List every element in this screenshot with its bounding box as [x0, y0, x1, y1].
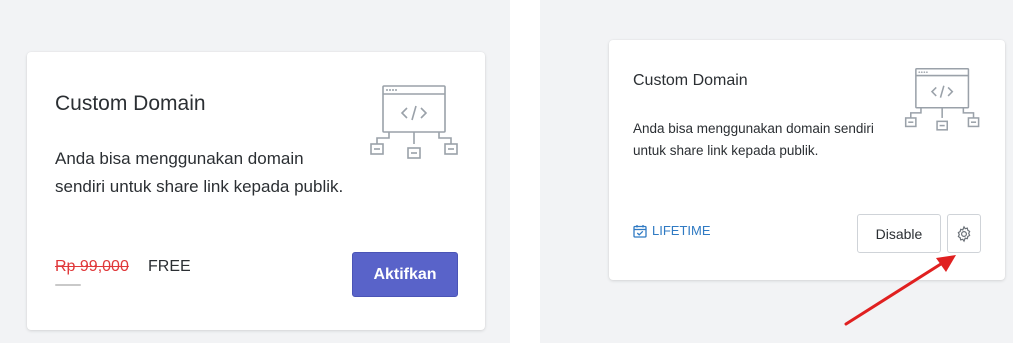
original-price: Rp 99,000 [55, 258, 129, 275]
feature-card-inactive: Custom Domain Anda bisa menggunakan doma… [27, 52, 485, 330]
lifetime-badge: LIFETIME [633, 223, 711, 238]
code-window-network-icon [904, 68, 980, 131]
disable-button[interactable]: Disable [857, 214, 941, 253]
settings-button[interactable] [947, 214, 981, 253]
fine-print-mark [55, 284, 81, 286]
annotation-arrow [844, 255, 956, 326]
card-title: Custom Domain [633, 72, 748, 89]
gear-icon [957, 225, 971, 242]
card-description: Anda bisa menggunakan domain sendiri unt… [55, 149, 344, 196]
left-panel: Custom Domain Anda bisa menggunakan doma… [0, 0, 510, 343]
card-title: Custom Domain [55, 92, 206, 115]
code-window-network-icon [370, 85, 458, 159]
activate-button[interactable]: Aktifkan [352, 252, 458, 297]
calendar-check-icon [633, 224, 647, 238]
card-description: Anda bisa menggunakan domain sendiri unt… [633, 121, 874, 158]
current-price: FREE [148, 258, 191, 275]
feature-card-active: Custom Domain Anda bisa menggunakan doma… [609, 40, 1005, 280]
lifetime-label: LIFETIME [652, 223, 711, 238]
